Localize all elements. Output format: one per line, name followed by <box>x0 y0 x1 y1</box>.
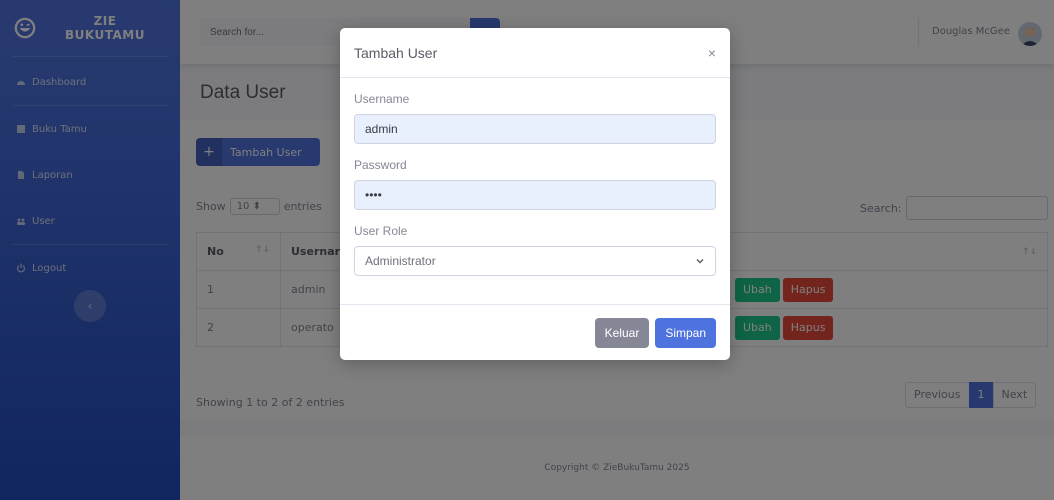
chevron-down-icon <box>696 259 704 264</box>
save-button[interactable]: Simpan <box>655 317 716 348</box>
password-field[interactable]: •••• <box>354 180 716 210</box>
modal-footer: Keluar Simpan <box>340 304 730 360</box>
modal-title: Tambah User <box>354 44 438 61</box>
modal-header: Tambah User × <box>340 28 730 78</box>
role-selected-value: Administrator <box>365 254 436 268</box>
username-field[interactable]: admin <box>354 114 716 144</box>
role-label: User Role <box>354 224 408 238</box>
close-icon[interactable]: × <box>708 45 716 61</box>
cancel-button[interactable]: Keluar <box>594 317 650 348</box>
add-user-modal: Tambah User × Username admin Password ••… <box>340 28 730 360</box>
role-select[interactable]: Administrator <box>354 246 716 276</box>
modal-body: Username admin Password •••• User Role A… <box>340 78 730 276</box>
password-label: Password <box>354 158 407 172</box>
username-label: Username <box>354 92 410 106</box>
